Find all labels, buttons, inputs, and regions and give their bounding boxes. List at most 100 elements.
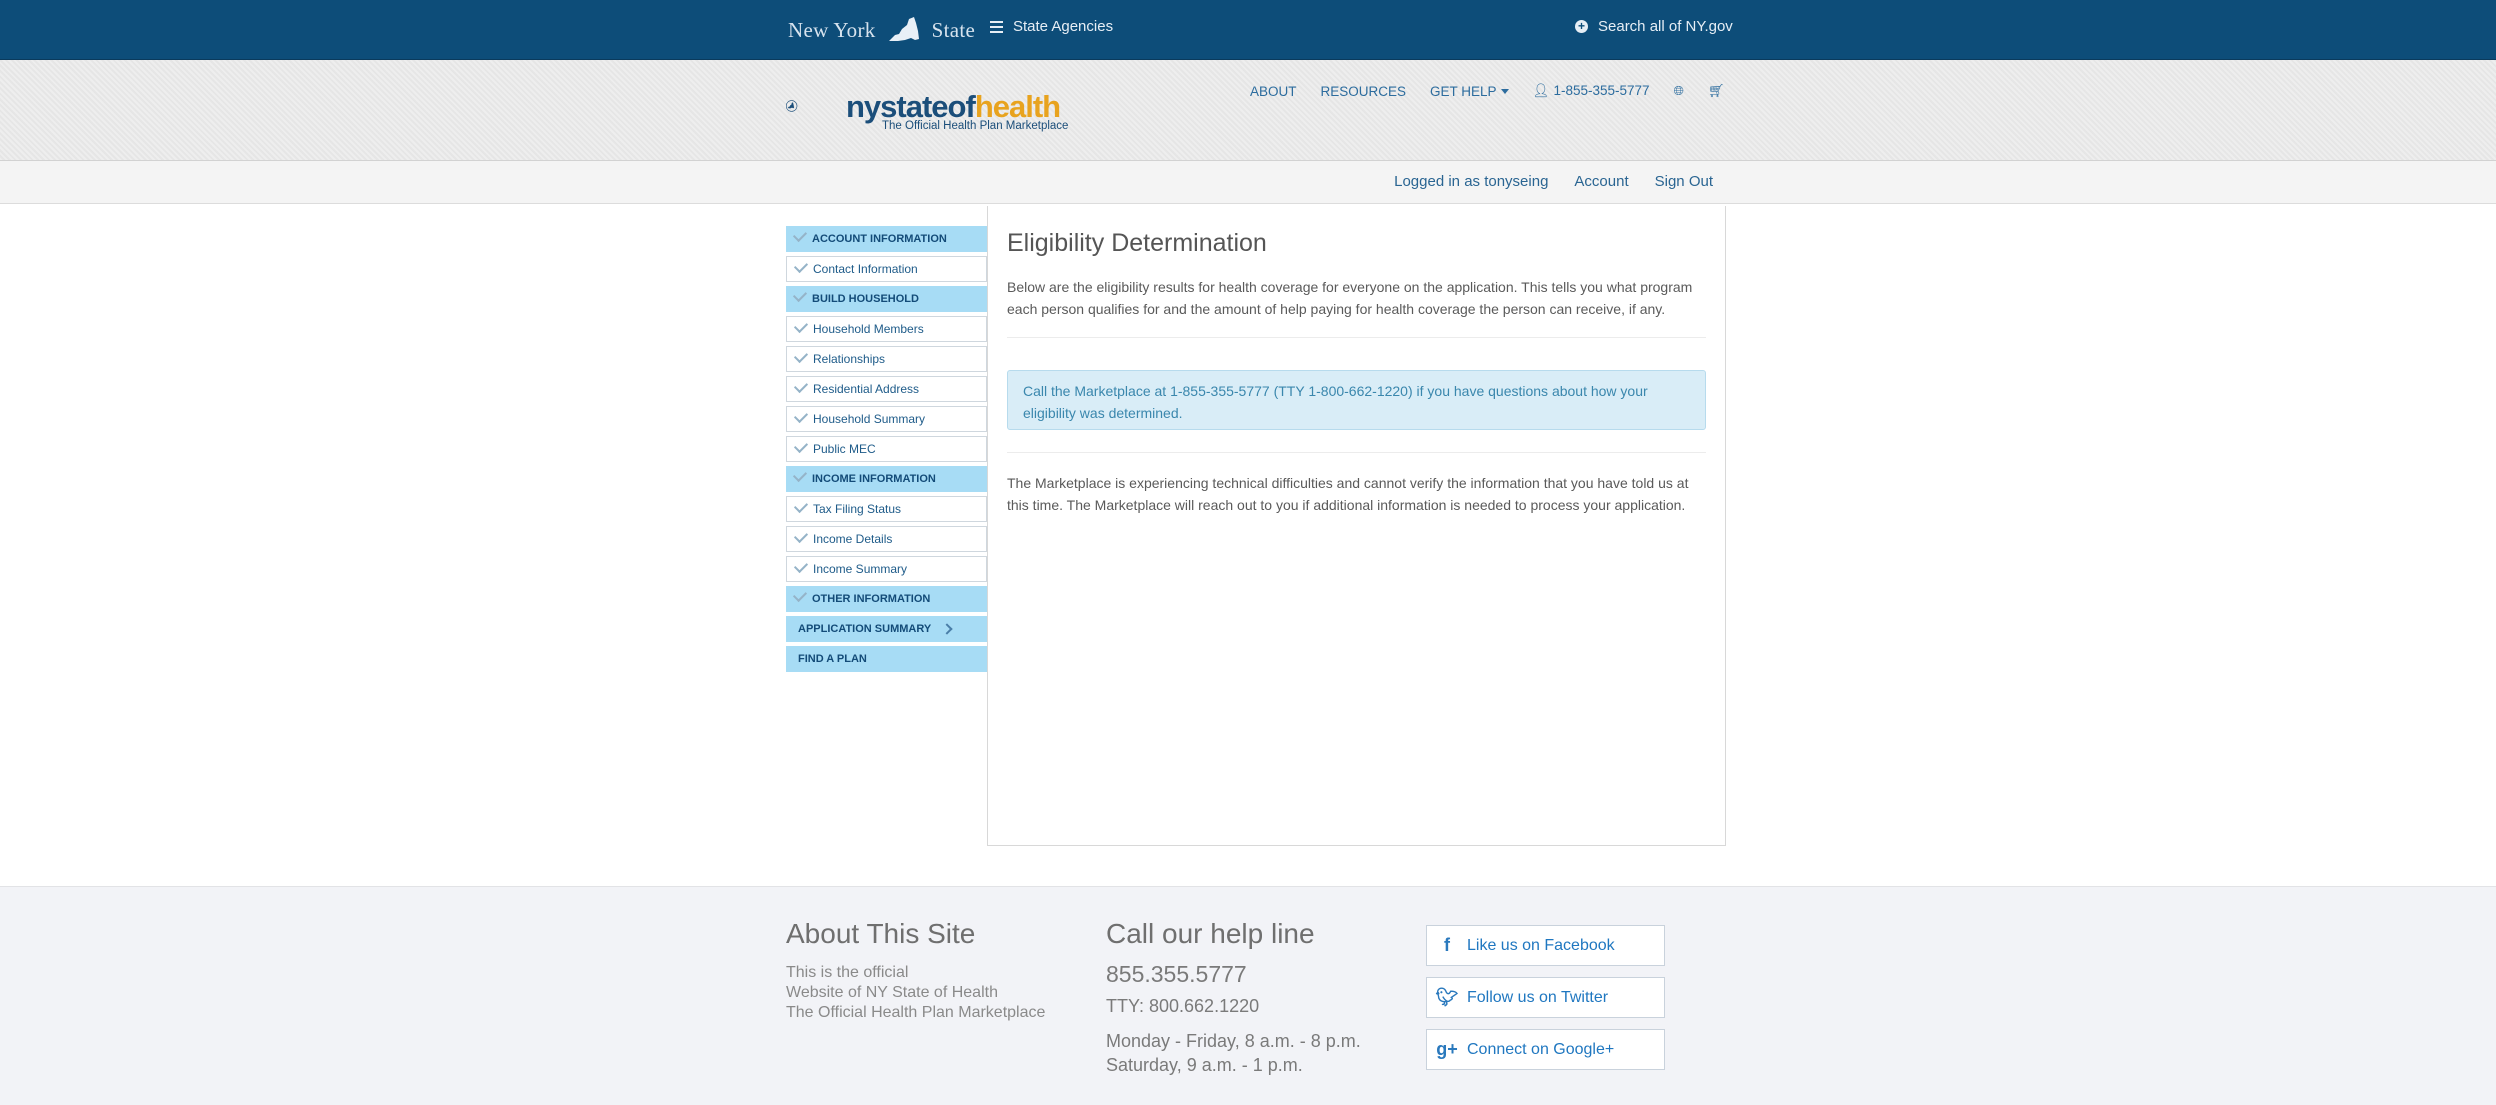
- facebook-label: Like us on Facebook: [1467, 936, 1615, 954]
- logo-wordmark-part2: health: [974, 89, 1061, 124]
- nav-phone[interactable]: 👤︎ 1-855-355-5777: [1521, 83, 1662, 99]
- state-agencies-label: State Agencies: [1013, 18, 1114, 35]
- step-income-information[interactable]: INCOME INFORMATION: [786, 466, 987, 492]
- footer-about-line: The Official Health Plan Marketplace: [786, 1004, 1046, 1021]
- check-icon: [793, 348, 809, 364]
- step-label: Residential Address: [813, 382, 920, 396]
- footer-about-line: Website of NY State of Health: [786, 984, 998, 1001]
- step-label: Income Details: [813, 532, 893, 546]
- check-icon: [793, 558, 809, 574]
- step-account-information[interactable]: ACCOUNT INFORMATION: [786, 226, 987, 252]
- step-tax-filing-status[interactable]: Tax Filing Status: [786, 496, 987, 522]
- twitter-icon: 🐦︎: [1435, 987, 1459, 1007]
- sign-out-link[interactable]: Sign Out: [1655, 173, 1713, 190]
- check-icon: [793, 318, 809, 334]
- user-icon: 👤︎: [1532, 83, 1550, 98]
- step-label: Household Summary: [813, 412, 926, 426]
- facebook-button[interactable]: f Like us on Facebook: [1426, 925, 1665, 966]
- check-icon: [793, 528, 809, 544]
- google-plus-button[interactable]: g+ Connect on Google+: [1426, 1029, 1665, 1070]
- info-alert: Call the Marketplace at 1-855-355-5777 (…: [1007, 370, 1706, 430]
- search-nygov-label: Search all of NY.gov: [1598, 18, 1733, 35]
- divider: [1007, 337, 1706, 338]
- step-label: FIND A PLAN: [798, 653, 867, 665]
- nav-phone-number: 1-855-355-5777: [1553, 83, 1650, 98]
- footer-help-title: Call our help line: [1106, 918, 1315, 949]
- nav-resources[interactable]: RESOURCES: [1309, 84, 1419, 99]
- site-header: [0, 60, 2496, 161]
- nav-about[interactable]: ABOUT: [1238, 84, 1309, 99]
- nav-get-help[interactable]: GET HELP: [1418, 84, 1521, 99]
- step-other-information[interactable]: OTHER INFORMATION: [786, 586, 987, 612]
- footer-about-text: This is the official Website of NY State…: [786, 963, 1045, 1023]
- google-plus-icon: g+: [1436, 1039, 1458, 1059]
- step-label: APPLICATION SUMMARY: [798, 623, 932, 635]
- footer-hours-saturday: Saturday, 9 a.m. - 1 p.m.: [1106, 1055, 1303, 1075]
- check-icon: [793, 498, 809, 514]
- nystateofhealth-logo-mark[interactable]: [786, 76, 846, 136]
- caret-down-icon: [1500, 89, 1509, 95]
- step-relationships[interactable]: Relationships: [786, 346, 987, 372]
- step-find-a-plan[interactable]: FIND A PLAN: [786, 646, 987, 672]
- footer-help-tty: TTY: 800.662.1220: [1106, 996, 1260, 1016]
- divider: [1007, 452, 1706, 453]
- step-label: Income Summary: [813, 562, 908, 576]
- google-plus-label: Connect on Google+: [1467, 1040, 1615, 1058]
- cart-icon[interactable]: 🛒︎: [1696, 83, 1737, 99]
- step-residential-address[interactable]: Residential Address: [786, 376, 987, 402]
- step-label: Relationships: [813, 352, 886, 366]
- footer-help-phone: 855.355.5777: [1106, 961, 1247, 987]
- footer-hours-weekday: Monday - Friday, 8 a.m. - 8 p.m.: [1106, 1031, 1361, 1051]
- step-income-summary[interactable]: Income Summary: [786, 556, 987, 582]
- account-links: Logged in as tonyseing Account Sign Out: [1394, 173, 1713, 190]
- step-label: Contact Information: [813, 262, 918, 276]
- logo-wordmark-part1: nystateof: [846, 89, 976, 124]
- check-icon: [793, 258, 809, 274]
- ny-state-map-icon: [888, 17, 919, 41]
- step-household-members[interactable]: Household Members: [786, 316, 987, 342]
- account-bar: [0, 161, 2496, 204]
- search-nygov-link[interactable]: + Search all of NY.gov: [1575, 18, 1733, 35]
- check-icon: [792, 587, 808, 603]
- step-label: Public MEC: [813, 442, 876, 456]
- check-icon: [792, 467, 808, 483]
- logo-tagline: The Official Health Plan Marketplace: [882, 120, 1069, 132]
- step-label: Household Members: [813, 322, 924, 336]
- step-application-summary[interactable]: APPLICATION SUMMARY: [786, 616, 987, 642]
- twitter-button[interactable]: 🐦︎ Follow us on Twitter: [1426, 977, 1665, 1018]
- logged-in-as[interactable]: Logged in as tonyseing: [1394, 173, 1548, 190]
- check-icon: [793, 378, 809, 394]
- step-household-summary[interactable]: Household Summary: [786, 406, 987, 432]
- main-nav: ABOUT RESOURCES GET HELP 👤︎ 1-855-355-57…: [1238, 83, 1736, 99]
- twitter-label: Follow us on Twitter: [1467, 988, 1609, 1006]
- ny-right-text: State: [931, 17, 976, 42]
- plus-circle-icon: +: [1575, 20, 1588, 33]
- nav-get-help-label: GET HELP: [1430, 83, 1497, 99]
- account-link[interactable]: Account: [1574, 173, 1628, 190]
- ny-left-text: New York: [788, 17, 876, 42]
- step-income-details[interactable]: Income Details: [786, 526, 987, 552]
- footer-hours: Monday - Friday, 8 a.m. - 8 p.m. Saturda…: [1106, 1029, 1361, 1077]
- step-label: BUILD HOUSEHOLD: [812, 293, 919, 305]
- state-agencies-link[interactable]: State Agencies: [990, 18, 1113, 35]
- chevron-right-icon: [941, 623, 953, 635]
- facebook-icon: f: [1444, 935, 1450, 955]
- intro-text: Below are the eligibility results for he…: [1007, 279, 1693, 317]
- step-label: Tax Filing Status: [813, 502, 902, 516]
- ny-gov-brand[interactable]: New York State: [788, 15, 975, 45]
- check-icon: [793, 438, 809, 454]
- step-label: OTHER INFORMATION: [812, 593, 931, 605]
- step-contact-information[interactable]: Contact Information: [786, 256, 987, 282]
- step-build-household[interactable]: BUILD HOUSEHOLD: [786, 286, 987, 312]
- footer-about-line: This is the official: [786, 964, 909, 981]
- application-steps-sidebar: ACCOUNT INFORMATION Contact Information …: [786, 226, 987, 676]
- technical-difficulties-note: The Marketplace is experiencing technica…: [1007, 475, 1689, 513]
- list-icon: [990, 20, 1003, 33]
- step-public-mec[interactable]: Public MEC: [786, 436, 987, 462]
- check-icon: [793, 408, 809, 424]
- step-label: INCOME INFORMATION: [812, 473, 936, 485]
- globe-icon[interactable]: 🌐︎: [1662, 83, 1696, 99]
- page-title: Eligibility Determination: [1007, 229, 1267, 257]
- top-bar: [0, 0, 2496, 60]
- check-icon: [792, 287, 808, 303]
